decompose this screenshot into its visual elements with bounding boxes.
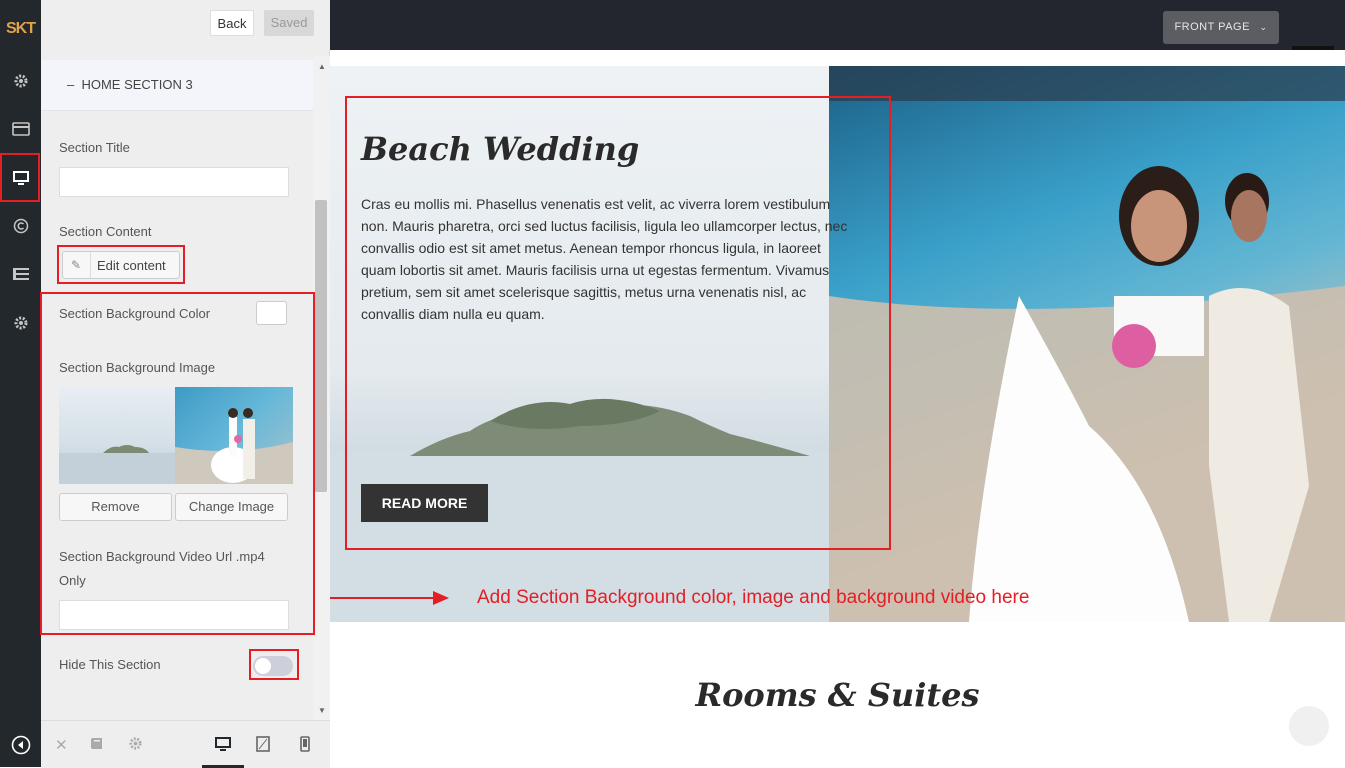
scroll-to-top-button[interactable] (1289, 706, 1329, 746)
header-accent (1292, 46, 1334, 50)
bg-video-label-cont: Only (59, 573, 86, 588)
home-section-3: Beach Wedding Cras eu mollis mi. Phasell… (330, 66, 1345, 622)
bg-color-label: Section Background Color (59, 306, 211, 321)
panel-scrollbar-thumb[interactable] (315, 200, 327, 492)
customizer-sidebar-rail: SKT (0, 0, 41, 767)
close-icon[interactable]: ✕ (55, 736, 68, 754)
pencil-icon: ✎ (71, 258, 82, 272)
edit-content-button[interactable]: ✎ Edit content (62, 251, 180, 279)
customizer-panel: Back Saved – HOME SECTION 3 Section Titl… (41, 0, 330, 768)
front-page-dropdown[interactable]: FRONT PAGE ⌄ (1163, 11, 1279, 44)
section-heading: Beach Wedding (361, 130, 640, 168)
wedding-couple-photo (829, 66, 1345, 622)
wedding-couple-image (175, 387, 293, 484)
saved-button[interactable]: Saved (264, 10, 314, 36)
section-paragraph: Cras eu mollis mi. Phasellus venenatis e… (361, 196, 848, 322)
desktop-icon[interactable] (0, 170, 41, 191)
scroll-down-arrow[interactable]: ▼ (318, 706, 326, 715)
section-content-label: Section Content (59, 224, 152, 239)
list-icon[interactable] (0, 267, 41, 286)
gear-icon[interactable] (0, 73, 41, 94)
mobile-icon[interactable] (300, 736, 310, 756)
scroll-up-arrow[interactable]: ▲ (318, 62, 326, 71)
section-title-input[interactable] (59, 167, 289, 197)
hide-section-label: Hide This Section (59, 657, 161, 672)
annotation-arrow-icon (330, 591, 449, 605)
change-image-button[interactable]: Change Image (175, 493, 288, 521)
chevron-down-icon: ⌄ (1259, 22, 1268, 32)
panel-footer: ✕ (41, 720, 330, 768)
sea-island-image (59, 387, 175, 484)
site-header: FRONT PAGE ⌄ (330, 0, 1345, 50)
bg-image-label: Section Background Image (59, 360, 216, 375)
desktop-icon[interactable] (214, 736, 232, 756)
toggle-knob (255, 658, 271, 674)
section-header[interactable]: – HOME SECTION 3 (41, 60, 313, 111)
gear-icon[interactable] (0, 315, 41, 336)
hide-section-toggle[interactable] (253, 656, 293, 676)
bg-video-label: Section Background Video Url .mp4 (59, 549, 265, 564)
copyright-icon[interactable] (0, 218, 41, 239)
bg-color-swatch[interactable] (256, 301, 287, 325)
bg-image-thumbnail (59, 387, 293, 484)
panel-topbar: Back Saved (41, 0, 330, 50)
skt-logo: SKT (6, 20, 36, 37)
gear-icon[interactable] (128, 736, 143, 755)
remove-image-button[interactable]: Remove (59, 493, 172, 521)
back-button[interactable]: Back (210, 10, 254, 36)
site-preview: FRONT PAGE ⌄ Beach Wedding Cras eu molli… (330, 0, 1345, 767)
rooms-heading: Rooms & Suites (695, 676, 980, 714)
bg-video-url-input[interactable] (59, 600, 289, 630)
read-more-button[interactable]: READ MORE (361, 484, 488, 522)
annotation-text: Add Section Background color, image and … (477, 587, 1030, 608)
book-icon[interactable] (90, 736, 105, 755)
card-icon[interactable] (0, 122, 41, 141)
tablet-icon[interactable] (256, 736, 270, 756)
collapse-icon[interactable] (0, 735, 41, 760)
section-header-label: – HOME SECTION 3 (67, 77, 193, 92)
section-title-label: Section Title (59, 140, 130, 155)
edit-content-label: Edit content (97, 258, 166, 273)
